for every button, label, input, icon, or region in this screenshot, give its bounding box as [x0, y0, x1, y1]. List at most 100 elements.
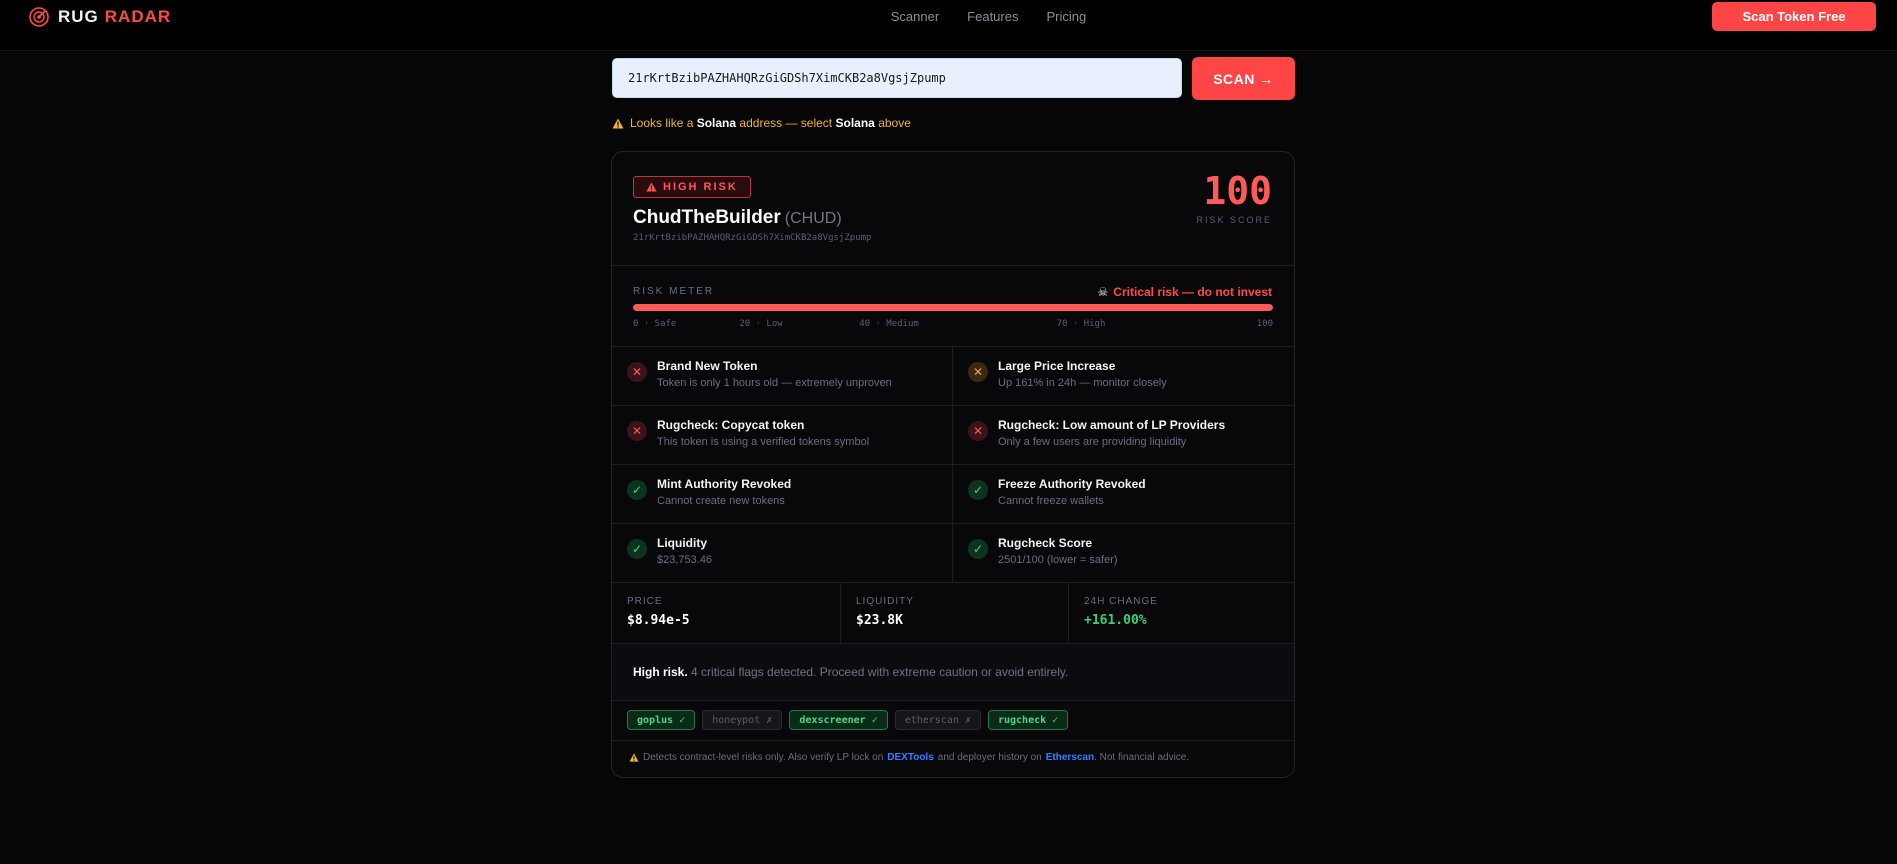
- risk-meter: RISK METER ☠ Critical risk — do not inve…: [612, 266, 1294, 347]
- x-icon: ✗: [766, 714, 773, 726]
- disclaimer-text-3: . Not financial advice.: [1094, 752, 1190, 763]
- source-chip-goplus[interactable]: goplus ✓: [627, 710, 696, 730]
- stat-value: +161.00%: [1084, 613, 1147, 628]
- stat-label: LIQUIDITY: [856, 596, 914, 607]
- risk-score: 100 RISK SCORE: [1196, 172, 1272, 225]
- risk-score-label: RISK SCORE: [1196, 215, 1272, 225]
- warning-icon: [629, 753, 639, 762]
- nav-link-scanner[interactable]: Scanner: [891, 9, 939, 24]
- token-header: HIGH RISK ChudTheBuilder (CHUD) 21rKrtBzi…: [612, 152, 1294, 266]
- nav-link-features[interactable]: Features: [967, 9, 1018, 24]
- top-nav: RUG RADAR Scanner Features Pricing Scan T…: [0, 0, 1897, 51]
- risk-meter-tick: 20 · Low: [739, 319, 783, 329]
- stat-label: 24H CHANGE: [1084, 596, 1158, 607]
- chain-hint: Looks like a Solana address — select Sol…: [612, 116, 911, 130]
- token-symbol: (CHUD): [784, 210, 842, 227]
- risk-check-desc: Up 161% in 24h — monitor closely: [998, 377, 1167, 389]
- risk-meter-fill: [633, 304, 1273, 311]
- risk-meter-status: ☠ Critical risk — do not invest: [1098, 285, 1272, 299]
- risk-check-title: Rugcheck Score: [998, 536, 1093, 550]
- summary-text: 4 critical flags detected. Proceed with …: [691, 665, 1069, 679]
- check-icon: ✓: [871, 714, 878, 726]
- check-icon: ✓: [627, 480, 647, 500]
- disclaimer-text-2: and deployer history on: [937, 752, 1042, 763]
- risk-meter-label: RISK METER: [633, 286, 715, 297]
- nav-links: Scanner Features Pricing: [0, 9, 1897, 24]
- skull-icon: ☠: [1097, 285, 1109, 299]
- risk-check-desc: $23,753.46: [657, 554, 713, 566]
- source-chip-label: goplus: [637, 714, 674, 726]
- scan-token-free-button[interactable]: Scan Token Free: [1712, 2, 1876, 31]
- risk-check-desc: Cannot create new tokens: [657, 495, 785, 507]
- stat-value: $8.94e-5: [627, 613, 690, 628]
- nav-link-pricing[interactable]: Pricing: [1046, 9, 1086, 24]
- stat-value: $23.8K: [856, 613, 903, 628]
- check-icon: ✓: [627, 539, 647, 559]
- x-icon: ✕: [968, 362, 988, 382]
- risk-check-title: Mint Authority Revoked: [657, 477, 792, 491]
- source-chip-label: dexscreener: [799, 714, 866, 726]
- risk-check-item: ✓ Freeze Authority Revoked Cannot freeze w…: [953, 465, 1294, 524]
- risk-meter-tick: 100: [1256, 319, 1273, 329]
- risk-check-item: ✕ Rugcheck: Copycat token This token is us…: [612, 406, 953, 465]
- check-icon: ✓: [968, 480, 988, 500]
- risk-check-item: ✓ Mint Authority Revoked Cannot create new…: [612, 465, 953, 524]
- hint-text-3: above: [878, 116, 911, 130]
- risk-check-desc: 2501/100 (lower = safer): [998, 554, 1118, 566]
- source-chip-etherscan[interactable]: etherscan ✗: [894, 710, 981, 730]
- risk-check-title: Rugcheck: Copycat token: [657, 418, 805, 432]
- dextools-link[interactable]: DEXTools: [887, 752, 933, 763]
- source-chip-dexscreener[interactable]: dexscreener ✓: [789, 710, 888, 730]
- result-card: HIGH RISK ChudTheBuilder (CHUD) 21rKrtBzi…: [611, 151, 1295, 778]
- source-chip-label: honeypot: [712, 714, 761, 726]
- risk-check-title: Rugcheck: Low amount of LP Providers: [998, 418, 1226, 432]
- disclaimer: Detects contract-level risks only. Also …: [612, 741, 1294, 777]
- summary-verdict: High risk.: [633, 665, 688, 679]
- token-name: ChudTheBuilder (CHUD): [633, 207, 842, 229]
- token-name-text: ChudTheBuilder: [633, 207, 781, 228]
- risk-check-item: ✓ Rugcheck Score 2501/100 (lower = safer): [953, 524, 1294, 583]
- risk-meter-tick: 40 · Medium: [859, 319, 919, 329]
- stat-24h-change: 24H CHANGE +161.00%: [1068, 583, 1294, 643]
- risk-meter-ticks: 0 · Safe 20 · Low 40 · Medium 70 · High 100: [633, 319, 1273, 331]
- check-icon: ✓: [679, 714, 686, 726]
- hint-chain-2: Solana: [835, 116, 875, 130]
- risk-badge-label: HIGH RISK: [663, 181, 738, 193]
- data-sources: goplus ✓ honeypot ✗ dexscreener ✓ etherscan…: [612, 701, 1294, 741]
- stat-price: PRICE $8.94e-5: [612, 583, 840, 643]
- risk-meter-tick: 70 · High: [1056, 319, 1106, 329]
- check-icon: ✓: [968, 539, 988, 559]
- risk-check-desc: This token is using a verified tokens sy…: [657, 436, 870, 448]
- warning-icon: [612, 118, 624, 128]
- risk-check-item: ✕ Brand New Token Token is only 1 hours ol…: [612, 347, 953, 406]
- hint-text-1: Looks like a: [630, 116, 694, 130]
- risk-check-desc: Only a few users are providing liquidity: [998, 436, 1187, 448]
- risk-check-desc: Cannot freeze wallets: [998, 495, 1104, 507]
- token-address: 21rKrtBzibPAZHAHQRzGiGDSh7XimCKB2a8VgsjZ…: [633, 233, 872, 243]
- x-icon: ✕: [627, 362, 647, 382]
- market-stats: PRICE $8.94e-5 LIQUIDITY $23.8K 24H CHANGE +1…: [612, 583, 1294, 644]
- source-chip-honeypot[interactable]: honeypot ✗: [702, 710, 783, 730]
- risk-checks: ✕ Brand New Token Token is only 1 hours ol…: [612, 347, 1294, 583]
- hint-chain: Solana: [696, 116, 737, 130]
- hint-text-2: address — select: [739, 116, 833, 130]
- risk-score-value: 100: [1203, 169, 1272, 213]
- x-icon: ✕: [627, 421, 647, 441]
- source-chip-label: rugcheck: [997, 714, 1047, 726]
- risk-summary: High risk. 4 critical flags detected. Pr…: [612, 644, 1294, 701]
- scan-button[interactable]: SCAN →: [1192, 57, 1295, 100]
- risk-meter-status-text: Critical risk — do not invest: [1113, 285, 1272, 299]
- warning-icon: [646, 182, 657, 192]
- source-chips: goplus ✓ honeypot ✗ dexscreener ✓ etherscan…: [627, 710, 1069, 730]
- token-address-input[interactable]: [612, 58, 1182, 98]
- etherscan-link[interactable]: Etherscan: [1046, 752, 1094, 763]
- stat-label: PRICE: [627, 596, 663, 607]
- stat-liquidity: LIQUIDITY $23.8K: [840, 583, 1068, 643]
- risk-check-item: ✓ Liquidity $23,753.46: [612, 524, 953, 583]
- check-icon: ✓: [1052, 714, 1059, 726]
- disclaimer-text-1: Detects contract-level risks only. Also …: [643, 752, 884, 763]
- risk-check-title: Brand New Token: [657, 359, 758, 373]
- risk-meter-tick: 0 · Safe: [633, 319, 677, 329]
- risk-check-desc: Token is only 1 hours old — extremely un…: [657, 377, 892, 389]
- source-chip-rugcheck[interactable]: rugcheck ✓: [987, 710, 1069, 730]
